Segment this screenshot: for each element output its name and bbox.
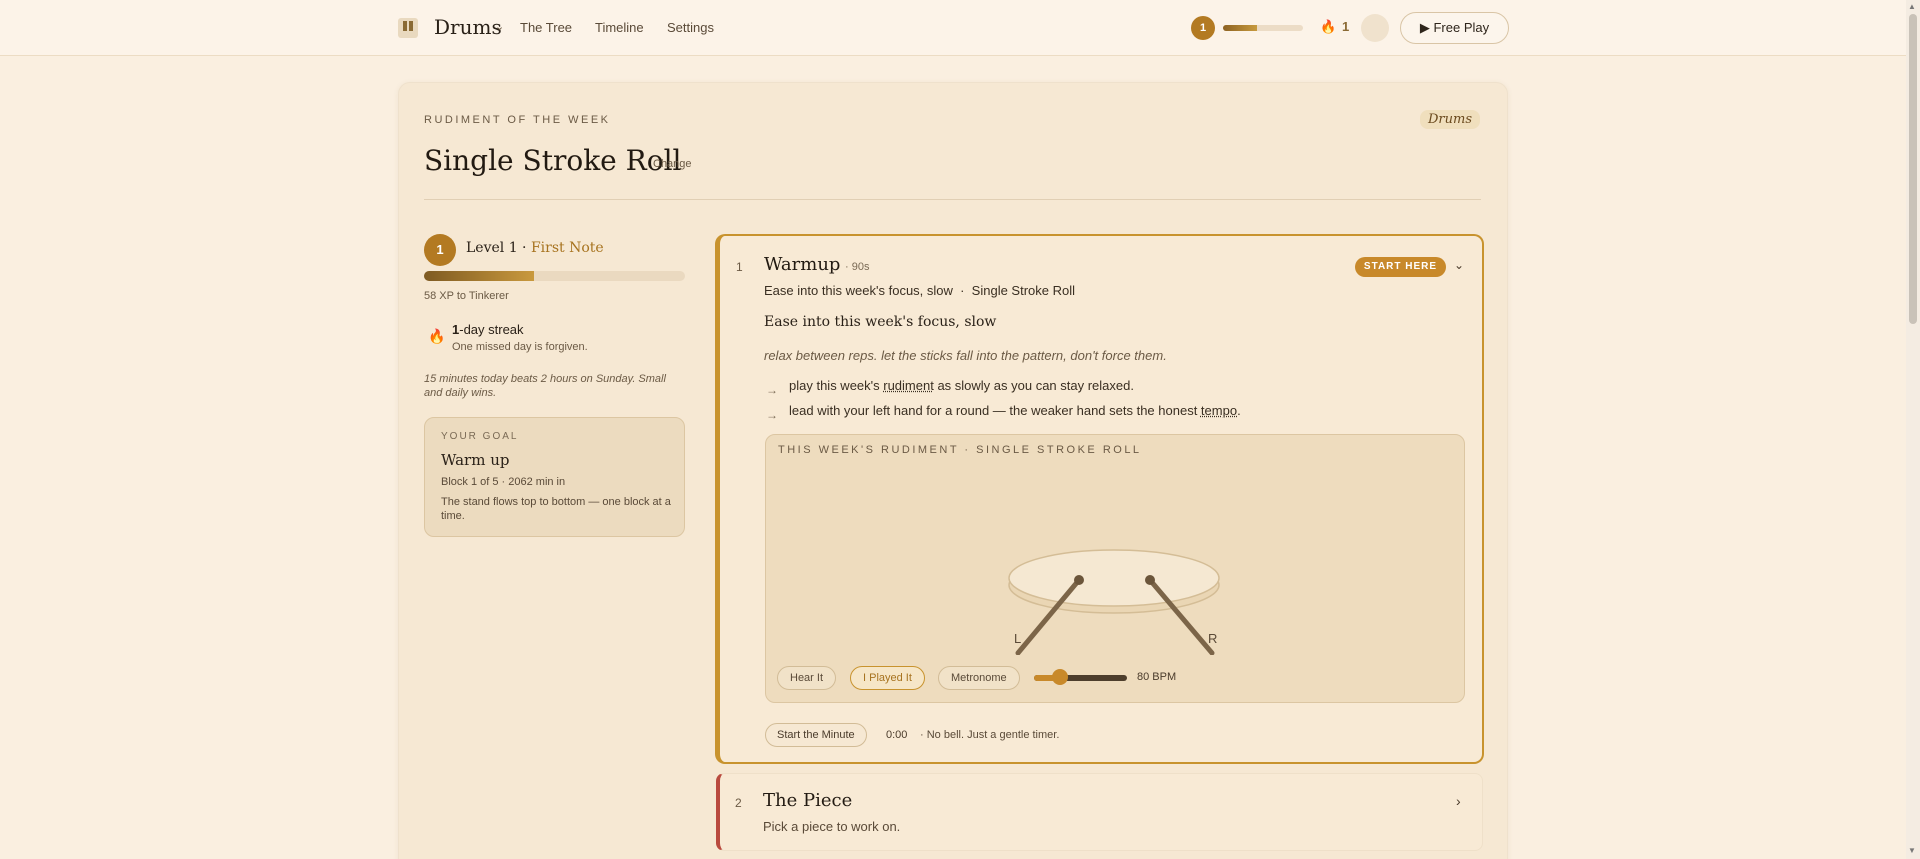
play-icon: ▶	[1419, 20, 1430, 35]
goal-description: The stand flows top to bottom — one bloc…	[441, 496, 671, 522]
piece-title: The Piece	[763, 790, 853, 811]
streak-title: 1-day streak	[452, 322, 524, 337]
level-label: Level 1 ·	[466, 240, 531, 256]
level-title: Level 1 · First Note	[466, 240, 604, 256]
avatar[interactable]	[1361, 14, 1389, 42]
page-eyebrow: RUDIMENT OF THE WEEK	[424, 114, 611, 126]
flame-icon: 🔥	[1320, 19, 1337, 34]
instruction-item: lead with your left hand for a round — t…	[789, 403, 1241, 418]
timer-note: · No bell. Just a gentle timer.	[920, 729, 1060, 741]
goal-meta: Block 1 of 5 · 2062 min in	[441, 476, 566, 488]
instruction-text: as slowly as you can stay relaxed.	[933, 378, 1134, 393]
i-played-it-button[interactable]: I Played It	[850, 666, 925, 690]
right-stick-tip	[1145, 575, 1155, 585]
chevron-right-icon[interactable]: ›	[1456, 793, 1461, 809]
warmup-duration: · 90s	[845, 261, 870, 273]
nav-timeline[interactable]: Timeline	[595, 20, 644, 35]
instrument-switcher[interactable]: Drums	[434, 15, 502, 39]
level-name: First Note	[530, 240, 604, 256]
glossary-term-tempo[interactable]: tempo	[1201, 403, 1237, 418]
piece-subtitle: Pick a piece to work on.	[763, 819, 901, 834]
page-title: Single Stroke Roll	[424, 144, 682, 177]
free-play-label: Free Play	[1433, 20, 1490, 35]
left-stick-tip	[1074, 575, 1084, 585]
rudiment-eyebrow: THIS WEEK'S RUDIMENT · SINGLE STROKE ROL…	[778, 444, 1142, 456]
streak-label: -day streak	[459, 322, 524, 337]
warmup-tip: relax between reps. let the sticks fall …	[764, 348, 1167, 363]
warmup-title: Warmup	[764, 254, 841, 275]
streak-count: 1	[1342, 19, 1350, 34]
block-number: 1	[736, 260, 743, 274]
tempo-slider-handle[interactable]	[1052, 669, 1068, 685]
arrow-right-icon: →	[766, 383, 778, 397]
bpm-readout: 80 BPM	[1137, 671, 1177, 683]
flame-icon: 🔥	[428, 328, 446, 344]
instruction-item: play this week's rudiment as slowly as y…	[789, 378, 1134, 393]
timer-readout: 0:00	[886, 729, 908, 741]
nav-settings[interactable]: Settings	[667, 20, 714, 35]
divider	[424, 199, 1481, 200]
left-hand-label: L	[1014, 631, 1021, 646]
scroll-down-icon[interactable]: ▼	[1908, 846, 1916, 855]
hear-it-button[interactable]: Hear It	[777, 666, 837, 690]
drum-head	[1008, 549, 1220, 607]
right-hand-label: R	[1208, 631, 1217, 646]
instrument-tag: Drums	[1420, 110, 1481, 129]
start-minute-button[interactable]: Start the Minute	[765, 723, 867, 747]
warmup-subtitle: Ease into this week's focus, slow · Sing…	[764, 283, 1076, 298]
warmup-focus: Ease into this week's focus, slow	[764, 314, 997, 330]
instruction-text: .	[1237, 403, 1241, 418]
level-badge[interactable]: 1	[1191, 16, 1215, 40]
start-here-badge: START HERE	[1355, 257, 1446, 277]
scrollbar-thumb[interactable]	[1909, 14, 1917, 324]
chevron-down-icon[interactable]: ⌄	[495, 20, 504, 33]
glossary-term-rudiment[interactable]: rudiment	[883, 378, 934, 393]
streak-subtitle: One missed day is forgiven.	[452, 341, 588, 353]
xp-bar	[424, 271, 685, 281]
app-logo-icon[interactable]	[398, 18, 418, 38]
instruction-text: play this week's	[789, 378, 884, 393]
instruction-text: lead with your left hand for a round — t…	[789, 403, 1201, 418]
xp-remaining: 58 XP to Tinkerer	[424, 290, 509, 302]
top-bar: Drums ⌄ The Tree Timeline Settings 1 🔥 1…	[0, 0, 1906, 56]
chevron-down-icon[interactable]: ⌄	[1454, 258, 1464, 272]
nav-the-tree[interactable]: The Tree	[520, 20, 572, 35]
snare-drum-illustration: L R	[1008, 549, 1220, 655]
arrow-right-icon: →	[766, 408, 778, 422]
level-number-badge: 1	[424, 234, 456, 266]
goal-title: Warm up	[441, 451, 510, 469]
free-play-button[interactable]: ▶ Free Play	[1400, 12, 1509, 44]
goal-eyebrow: YOUR GOAL	[441, 431, 519, 442]
change-link[interactable]: Change	[653, 158, 692, 170]
block-number: 2	[735, 796, 742, 810]
motivation-quote: 15 minutes today beats 2 hours on Sunday…	[424, 373, 666, 399]
scroll-up-icon[interactable]: ▲	[1908, 2, 1916, 11]
xp-progress-bar	[1223, 25, 1303, 31]
piece-block[interactable]	[716, 773, 1483, 851]
metronome-button[interactable]: Metronome	[938, 666, 1020, 690]
